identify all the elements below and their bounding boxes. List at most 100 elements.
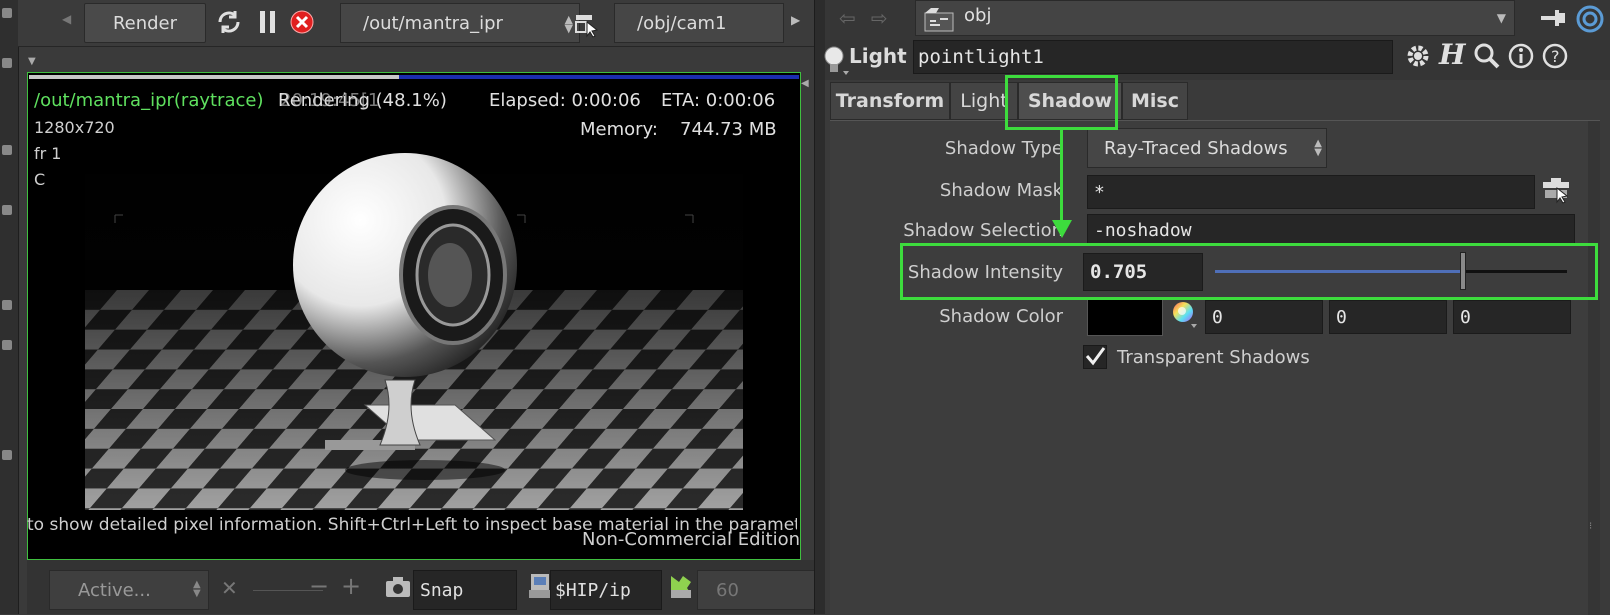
- tab-transform[interactable]: Transform: [830, 82, 950, 120]
- annotation-arrow-line: [1060, 128, 1063, 223]
- viewer-bottom-bar: Active... ▲ ▼ ✕ − + Snap $HIP/ip 60: [27, 560, 817, 614]
- elapsed-time: Elapsed: 0:00:06: [489, 90, 641, 111]
- scrollbar[interactable]: ⁝: [1588, 121, 1600, 615]
- snap-field[interactable]: Snap: [413, 570, 517, 610]
- node-name-text: pointlight1: [918, 46, 1044, 68]
- color-wheel-icon[interactable]: [1171, 300, 1199, 334]
- shadow-mask-label: Shadow Mask: [939, 180, 1063, 201]
- pick-icon[interactable]: [573, 10, 601, 42]
- shadow-type-dropdown[interactable]: Ray-Traced Shadows ▲ ▼: [1087, 128, 1327, 168]
- node-name-field[interactable]: pointlight1: [913, 40, 1393, 74]
- frame-field[interactable]: 60: [697, 570, 817, 610]
- shadow-selection-label: Shadow Selection: [903, 220, 1063, 241]
- transparent-shadows-checkbox[interactable]: [1083, 345, 1107, 369]
- render-image[interactable]: [85, 140, 743, 510]
- collapse-icon[interactable]: ▼: [28, 56, 36, 67]
- shadow-color-g-value: 0: [1336, 306, 1347, 328]
- shadow-selection-field[interactable]: -noshadow: [1087, 214, 1575, 246]
- operator-chooser-icon[interactable]: [1541, 176, 1573, 210]
- shadow-color-swatch[interactable]: [1087, 298, 1163, 336]
- nav-right-icon[interactable]: ▶: [791, 13, 800, 27]
- shadow-tab-highlight: [1005, 75, 1118, 130]
- info-icon[interactable]: [1507, 42, 1535, 74]
- refresh-icon[interactable]: [214, 7, 244, 41]
- scroll-grip-icon[interactable]: ⁝: [1589, 521, 1592, 532]
- obj-network-icon: [924, 7, 954, 37]
- svg-text:?: ?: [1551, 47, 1560, 66]
- transparent-shadows-label: Transparent Shadows: [1117, 347, 1310, 368]
- network-path-field[interactable]: obj ▼: [915, 0, 1515, 36]
- shadow-mask-field[interactable]: *: [1087, 175, 1535, 209]
- pause-icon[interactable]: [256, 9, 280, 39]
- output-path-text: $HIP/ip: [555, 580, 631, 601]
- shadow-color-g-field[interactable]: 0: [1329, 300, 1447, 334]
- shadow-color-r-value: 0: [1212, 306, 1223, 328]
- tool-icon[interactable]: [2, 145, 12, 155]
- shadow-intensity-highlight: [900, 243, 1598, 300]
- shadow-mask-value: *: [1094, 181, 1105, 203]
- render-progress-bar: [29, 75, 799, 79]
- snap-label: Snap: [420, 580, 464, 601]
- rop-path-field[interactable]: /out/mantra_ipr ▲ ▼: [340, 3, 580, 43]
- sequence-icon[interactable]: [667, 572, 695, 604]
- rop-path-text: /out/mantra_ipr: [363, 12, 503, 34]
- shadow-type-value: Ray-Traced Shadows: [1104, 138, 1288, 159]
- tool-icon[interactable]: [2, 8, 12, 18]
- node-type-label: Light: [849, 44, 907, 68]
- tool-icon[interactable]: [2, 300, 12, 310]
- render-resolution: 1280x720: [34, 118, 115, 137]
- help-h-icon[interactable]: H: [1439, 38, 1465, 71]
- channel-indicator: C: [34, 170, 46, 189]
- render-progress-fill: [29, 75, 400, 79]
- tool-icon[interactable]: [2, 58, 12, 68]
- active-dropdown-label: Active...: [78, 580, 151, 601]
- parameter-tabs: Transform Light Shadow Misc: [830, 82, 1600, 120]
- output-path-field[interactable]: $HIP/ip: [550, 570, 662, 610]
- search-icon[interactable]: [1473, 42, 1501, 74]
- camera-icon[interactable]: [385, 576, 411, 602]
- tool-icon[interactable]: [2, 205, 12, 215]
- shadow-color-r-field[interactable]: 0: [1205, 300, 1323, 334]
- gear-icon[interactable]: [1403, 41, 1433, 75]
- viewer-title: /out/mantra_ipr(raytrace): [34, 90, 264, 111]
- shadow-color-label: Shadow Color: [939, 306, 1063, 327]
- viewer-side-arrow-icon[interactable]: ◀: [801, 78, 809, 89]
- shadow-type-label: Shadow Type: [944, 138, 1063, 159]
- spinner-icon[interactable]: ▲ ▼: [1314, 139, 1322, 158]
- render-button[interactable]: Render: [84, 3, 206, 43]
- eta-time: ETA: 0:00:06: [661, 90, 776, 111]
- frame-indicator: fr 1: [34, 144, 62, 163]
- close-icon[interactable]: ✕: [221, 576, 238, 600]
- stop-icon[interactable]: [290, 10, 314, 38]
- render-toolbar: ◀ Render /out/mantra_ipr ▲ ▼ /obj/cam1 ▶ …: [18, 0, 814, 67]
- spinner-icon[interactable]: ▲ ▼: [193, 580, 201, 599]
- tool-icon[interactable]: [2, 340, 12, 350]
- network-path-bar: ⇦ ⇨ obj ▼: [825, 0, 1610, 41]
- camera-path-text: /obj/cam1: [637, 12, 727, 34]
- nav-left-icon[interactable]: ◀: [62, 12, 71, 26]
- camera-path-field[interactable]: /obj/cam1: [614, 3, 784, 43]
- memory-label: Memory:: [580, 119, 658, 140]
- node-header: Light pointlight1 H ?: [824, 38, 1610, 80]
- annotation-arrow-head-icon: [1052, 220, 1072, 242]
- shadow-selection-value: -noshadow: [1094, 219, 1192, 241]
- forward-arrow-icon[interactable]: ⇨: [871, 6, 888, 30]
- edition-label: Non-Commercial Edition: [582, 529, 801, 550]
- tool-icon[interactable]: [2, 450, 12, 460]
- back-arrow-icon[interactable]: ⇦: [839, 6, 856, 30]
- zoom-in-icon[interactable]: +: [341, 572, 361, 600]
- active-dropdown[interactable]: Active...: [49, 570, 209, 610]
- tab-misc[interactable]: Misc: [1122, 82, 1188, 120]
- zoom-out-icon[interactable]: −: [309, 572, 329, 600]
- shadow-color-b-value: 0: [1460, 306, 1471, 328]
- pin-icon[interactable]: [1539, 4, 1567, 36]
- spinner-icon[interactable]: ▲ ▼: [565, 14, 573, 34]
- frame-value: 60: [716, 580, 739, 601]
- help-icon[interactable]: ?: [1541, 42, 1569, 74]
- render-overlap-time: 20:19:45[1: [280, 90, 380, 111]
- chevron-down-icon[interactable]: ▼: [1497, 11, 1506, 25]
- link-icon[interactable]: [1575, 4, 1605, 38]
- parameter-pane: ⇦ ⇨ obj ▼ Light pointlight1 H ? Transfor…: [824, 0, 1610, 615]
- light-bulb-icon: [821, 43, 851, 83]
- shadow-color-b-field[interactable]: 0: [1453, 300, 1571, 334]
